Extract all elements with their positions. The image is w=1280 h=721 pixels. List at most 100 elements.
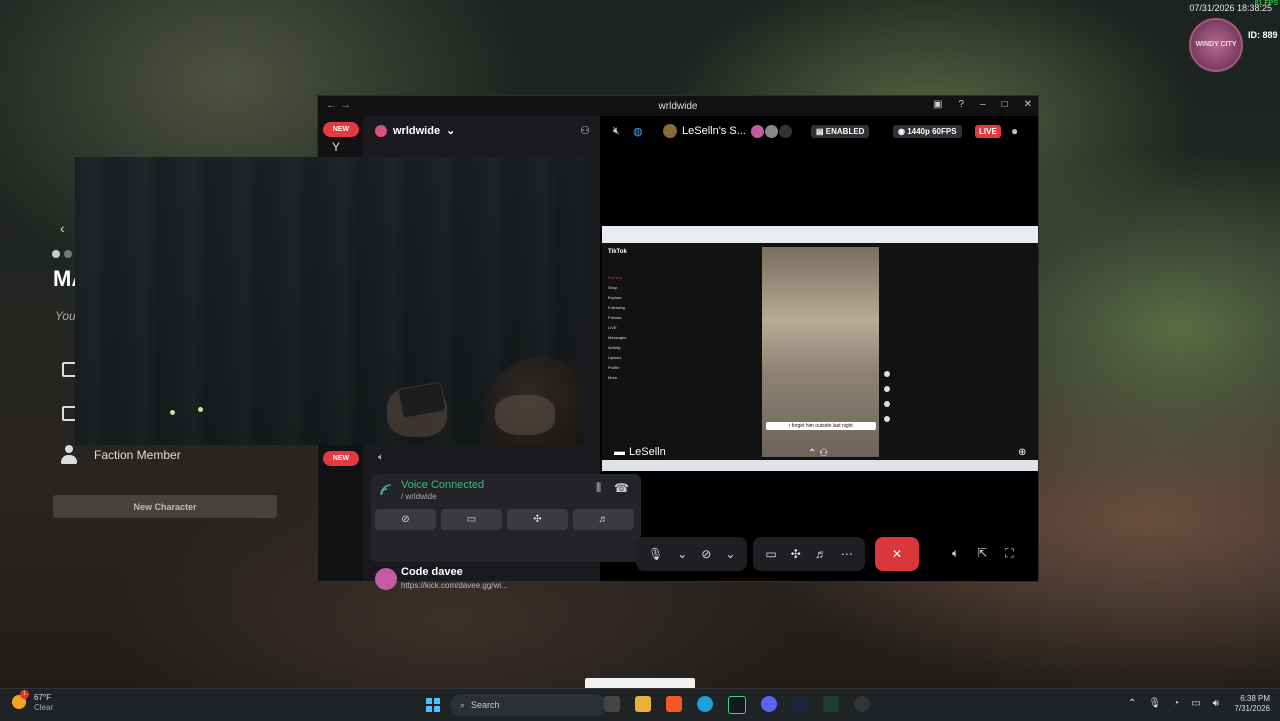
taskbar-date: 7/31/2026 <box>1234 704 1270 713</box>
task-view-icon[interactable] <box>604 696 620 712</box>
search-box[interactable]: ⌕ Search <box>450 694 606 716</box>
back-chevron-icon[interactable]: ‹ <box>60 220 65 236</box>
screen-share-button[interactable]: ▭ <box>441 509 502 530</box>
new-badge-bottom[interactable]: NEW <box>323 451 359 466</box>
brave-browser-icon[interactable] <box>666 696 682 712</box>
server-name: wrldwide <box>393 124 441 137</box>
like-icon <box>884 371 890 377</box>
voice-channel[interactable]: / wrldwide <box>401 492 437 501</box>
shared-screen[interactable]: TikTok For You Shop Explore Following Fr… <box>602 226 1038 471</box>
viewer-avatar <box>779 125 792 138</box>
tiktok-nav-item: Upload <box>608 355 621 360</box>
tiktok-nav-item: Friends <box>608 315 622 320</box>
terminal-app-icon[interactable] <box>728 696 746 714</box>
steam-icon[interactable] <box>792 696 808 712</box>
network-icon[interactable]: ◔ <box>1173 698 1179 709</box>
chevron-down-icon: ⌄ <box>446 125 456 137</box>
activities-icon: ✣ <box>533 514 542 525</box>
add-member-icon[interactable]: ⚇ <box>580 124 590 137</box>
signal-icon[interactable] <box>379 483 393 497</box>
help-icon[interactable]: ? <box>958 99 964 110</box>
page-dot-active[interactable] <box>52 250 60 258</box>
new-badge[interactable]: NEW <box>323 122 359 137</box>
user-name[interactable]: Code davee <box>401 566 463 578</box>
streamer-title-group[interactable]: LeSelln's S... <box>663 124 746 138</box>
light-dot <box>170 410 175 415</box>
tiktok-nav-item: Messages <box>608 335 627 340</box>
zoom-icon[interactable]: ⊕ <box>1018 447 1026 458</box>
page-dot[interactable] <box>64 250 72 258</box>
server-header[interactable]: wrldwide ⌄ <box>375 124 455 137</box>
taskbar-apps <box>604 696 870 714</box>
maximize-icon[interactable]: □ <box>1002 99 1008 110</box>
voice-status[interactable]: Voice Connected <box>401 479 484 491</box>
more-icon[interactable]: ⋯ <box>841 547 853 561</box>
discord-app-icon[interactable] <box>761 696 777 712</box>
microphone-icon[interactable]: 🎙︎ <box>648 547 663 561</box>
soundboard-button[interactable]: ♬ <box>573 509 634 530</box>
soundboard-icon[interactable]: ♬ <box>815 547 827 561</box>
volume-icon[interactable]: 🔈︎ <box>952 546 959 561</box>
start-icon[interactable] <box>426 698 440 712</box>
chat-icon[interactable]: ● <box>1011 124 1018 138</box>
weather-desc: Clear <box>34 703 54 712</box>
lock-icon: ▤ <box>816 127 826 136</box>
faction-row: Faction Member <box>60 445 181 465</box>
minimize-icon[interactable]: – <box>980 99 986 110</box>
server-icon-y[interactable]: Y <box>332 140 340 154</box>
stream-header: 🔇︎ ◍ LeSelln's S... ▤ ENABLED ◉ 1440p 60… <box>601 116 1038 148</box>
share-activity-group: ▭ ✣ ♬ ⋯ <box>753 537 865 571</box>
streamer-title: LeSelln's S... <box>682 125 746 137</box>
noise-suppression-icon[interactable]: ⫼ <box>596 482 601 495</box>
volume-icon[interactable]: 🔊︎ <box>1213 698 1219 709</box>
activities-icon[interactable]: ✣ <box>791 547 801 561</box>
fullscreen-icon[interactable]: ⛶ <box>1005 546 1013 561</box>
file-explorer-icon[interactable] <box>635 696 651 712</box>
microphone-icon[interactable]: 🎙︎ <box>1148 698 1161 709</box>
new-character-button[interactable]: New Character <box>53 495 277 518</box>
tiktok-nav-item: Shop <box>608 285 618 290</box>
forward-arrow-icon[interactable]: → <box>340 99 351 111</box>
encryption-label: ENABLED <box>825 127 865 136</box>
titlebar-nav: ← → <box>326 99 351 111</box>
quality-badge: ◉ 1440p 60FPS <box>893 125 962 138</box>
user-status: https://kick.com/davee.gg/wi... <box>401 581 508 590</box>
disconnect-icon[interactable]: ☎︎ <box>614 481 629 495</box>
chevron-up-icon[interactable]: ⌃ <box>1128 698 1136 709</box>
voice-connected-panel: Voice Connected / wrldwide ⫼ ☎︎ ⊘ ▭ ✣ ♬ <box>371 474 641 562</box>
player-id: ID: 889 <box>1248 30 1278 40</box>
screen-share-icon[interactable]: ▭ <box>765 547 776 561</box>
stop-stream-button[interactable]: ✕ <box>875 537 919 571</box>
bookmark-icon <box>884 401 890 407</box>
chevron-down-icon[interactable]: ⌄ <box>725 547 735 561</box>
webcam-overlay <box>75 157 585 445</box>
popout-icon[interactable]: ⇱ <box>977 546 987 561</box>
mic-camera-group: 🎙︎ ⌄ ⊘ ⌄ <box>636 537 748 571</box>
chevron-down-icon[interactable]: ⌄ <box>677 547 687 561</box>
taskbar-time: 6:38 PM <box>1240 694 1270 703</box>
volume-icon[interactable]: 🔇︎ <box>613 125 620 138</box>
server-logo: WINDY CITY <box>1189 18 1243 72</box>
stream-owner-name: LeSelln <box>629 446 666 458</box>
taskbar-clock[interactable]: 6:38 PM 7/31/2026 <box>1226 694 1270 714</box>
tiktok-video: i forget him outside last night <box>762 247 879 457</box>
back-arrow-icon[interactable]: ← <box>326 99 337 111</box>
xbox-app-icon[interactable] <box>823 696 839 712</box>
expand-viewers-icon[interactable]: ⌃ ⚇ <box>808 448 828 459</box>
inbox-icon[interactable]: ▣ <box>933 99 942 110</box>
activities-button[interactable]: ✣ <box>507 509 568 530</box>
person-icon <box>60 445 78 465</box>
game-launcher-icon[interactable] <box>854 696 870 712</box>
viewer-avatars[interactable] <box>751 125 792 138</box>
edge-browser-icon[interactable] <box>697 696 713 712</box>
globe-icon[interactable]: ◍ <box>633 125 643 138</box>
search-placeholder: Search <box>471 700 500 710</box>
shared-taskbar <box>602 460 1038 471</box>
tiktok-nav-item: For You <box>608 275 622 280</box>
monitor-icon[interactable]: ▭ <box>1191 698 1200 709</box>
camera-off-icon[interactable]: ⊘ <box>701 547 711 561</box>
avatar[interactable] <box>375 568 397 590</box>
camera-off-button[interactable]: ⊘ <box>375 509 436 530</box>
close-icon[interactable]: ✕ <box>1024 99 1032 110</box>
system-tray: ⌃ 🎙︎ ◔ ▭ 🔊︎ <box>1128 698 1219 709</box>
